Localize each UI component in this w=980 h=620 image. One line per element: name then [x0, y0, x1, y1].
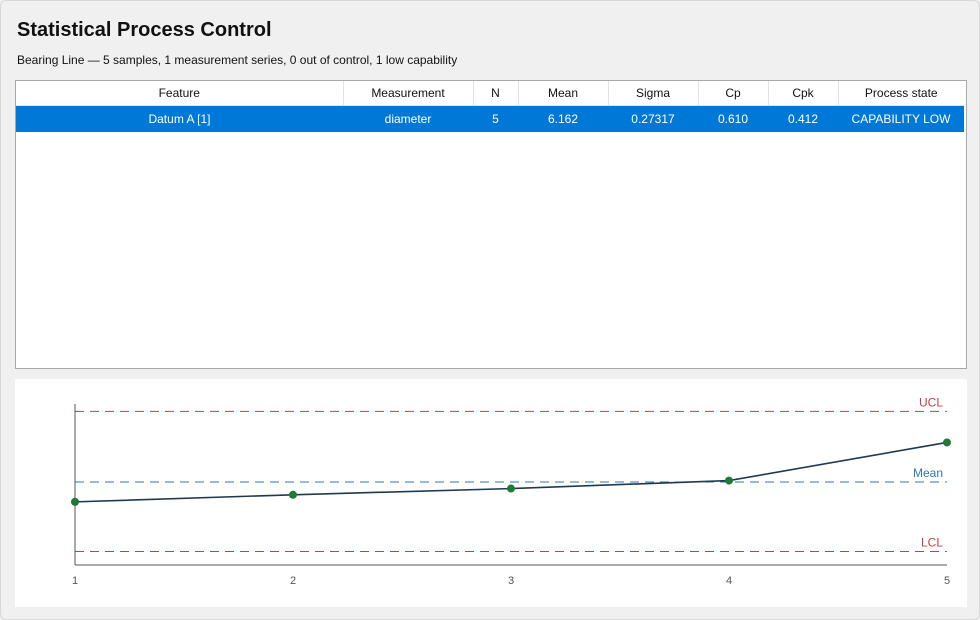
- column-header-sigma[interactable]: Sigma: [608, 81, 699, 106]
- series-line: [74, 441, 948, 503]
- table-header-row: Feature Measurement N Mean Sigma Cp Cpk …: [16, 81, 964, 106]
- reference-label-lcl: LCL: [921, 536, 943, 550]
- x-tick-label: 1: [72, 575, 78, 587]
- data-point[interactable]: [725, 476, 733, 485]
- x-tick-label: 3: [508, 575, 514, 587]
- column-header-measurement[interactable]: Measurement: [343, 81, 474, 106]
- cell-measurement: diameter: [343, 105, 473, 132]
- reference-label-mean: Mean: [913, 466, 943, 480]
- control-chart: UCL Mean LCL 1 2 3 4 5: [71, 395, 951, 587]
- x-tick-label: 5: [944, 575, 950, 587]
- table-row[interactable]: Datum A [1] diameter 5 6.162 0.27317 0.6…: [16, 105, 964, 132]
- reference-label-ucl: UCL: [919, 395, 943, 409]
- column-header-process-state[interactable]: Process state: [838, 81, 964, 106]
- cell-n: 5: [473, 105, 518, 132]
- page-subtitle: Bearing Line — 5 samples, 1 measurement …: [17, 53, 458, 67]
- control-chart-panel: UCL Mean LCL 1 2 3 4 5: [15, 379, 967, 607]
- column-header-n[interactable]: N: [473, 81, 519, 106]
- spc-window: Statistical Process Control Bearing Line…: [0, 0, 980, 620]
- x-tick-label: 2: [290, 575, 296, 587]
- cell-process-state: CAPABILITY LOW: [838, 105, 964, 132]
- page-title: Statistical Process Control: [17, 19, 272, 41]
- data-point[interactable]: [71, 497, 79, 506]
- column-header-cpk[interactable]: Cpk: [768, 81, 839, 106]
- column-header-mean[interactable]: Mean: [518, 81, 609, 106]
- data-point[interactable]: [507, 484, 515, 493]
- spc-table[interactable]: Feature Measurement N Mean Sigma Cp Cpk …: [15, 80, 967, 369]
- column-header-cp[interactable]: Cp: [698, 81, 769, 106]
- x-tick-label: 4: [726, 575, 732, 587]
- data-point[interactable]: [943, 438, 951, 447]
- cell-feature: Datum A [1]: [16, 105, 343, 132]
- cell-cp: 0.610: [698, 105, 768, 132]
- cell-cpk: 0.412: [768, 105, 838, 132]
- cell-sigma: 0.27317: [608, 105, 698, 132]
- cell-mean: 6.162: [518, 105, 608, 132]
- data-point[interactable]: [289, 490, 297, 499]
- column-header-feature[interactable]: Feature: [16, 81, 344, 106]
